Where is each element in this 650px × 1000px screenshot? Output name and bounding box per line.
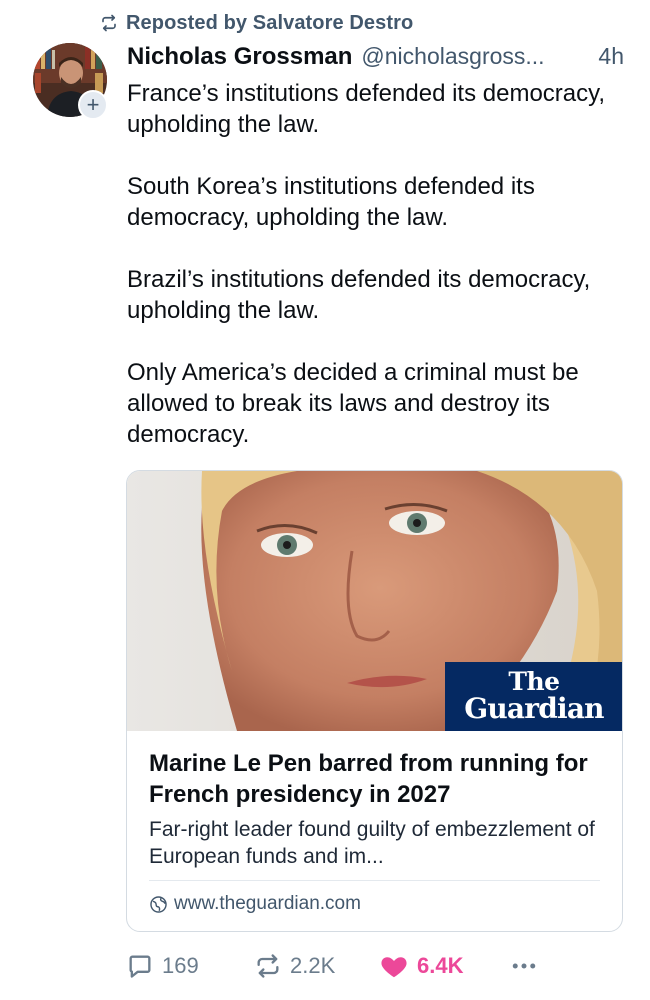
guardian-logo-line1: The (508, 667, 560, 696)
repost-icon (100, 14, 118, 32)
guardian-logo: The Guardian (445, 662, 622, 731)
author-handle[interactable]: @nicholasgross... (361, 43, 586, 70)
author-avatar-container[interactable]: + (33, 43, 109, 120)
post-paragraph: Brazil’s institutions defended its democ… (127, 266, 591, 324)
globe-icon (149, 895, 168, 914)
link-domain-row[interactable]: www.theguardian.com (149, 891, 361, 917)
reply-button[interactable]: 169 (126, 948, 199, 984)
post-paragraph: South Korea’s institutions defended its … (127, 173, 535, 231)
post-timestamp[interactable]: 4h (598, 43, 624, 70)
like-count: 6.4K (417, 953, 464, 978)
repost-indicator[interactable]: Reposted by Salvatore Destro (100, 10, 413, 36)
link-title[interactable]: Marine Le Pen barred from running for Fr… (149, 748, 599, 810)
repost-button[interactable]: 2.2K (254, 948, 335, 984)
reply-icon (126, 952, 154, 980)
reply-count: 169 (162, 953, 199, 978)
heart-icon (379, 951, 409, 981)
post-paragraph: France’s institutions defended its democ… (127, 80, 606, 138)
repost-icon (254, 952, 282, 980)
post-body: France’s institutions defended its democ… (127, 78, 627, 450)
more-horizontal-icon (509, 951, 539, 981)
link-preview-card[interactable]: The Guardian Marine Le Pen barred from r… (126, 470, 623, 932)
author-name[interactable]: Nicholas Grossman (127, 43, 352, 71)
guardian-logo-line2: Guardian (464, 692, 604, 725)
post-action-bar: 169 2.2K 6.4K (126, 948, 626, 984)
repost-count: 2.2K (290, 953, 336, 978)
link-description: Far-right leader found guilty of embezzl… (149, 818, 595, 868)
post-paragraph: Only America’s decided a criminal must b… (127, 359, 579, 448)
follow-button[interactable]: + (78, 90, 108, 120)
post-header: Nicholas Grossman @nicholasgross... 4h (127, 43, 624, 75)
link-domain: www.theguardian.com (174, 893, 361, 914)
repost-label: Reposted by Salvatore Destro (126, 11, 414, 34)
card-divider (149, 880, 600, 881)
link-preview-image: The Guardian (127, 471, 622, 731)
like-button[interactable]: 6.4K (379, 948, 463, 984)
more-options-button[interactable] (509, 948, 539, 984)
